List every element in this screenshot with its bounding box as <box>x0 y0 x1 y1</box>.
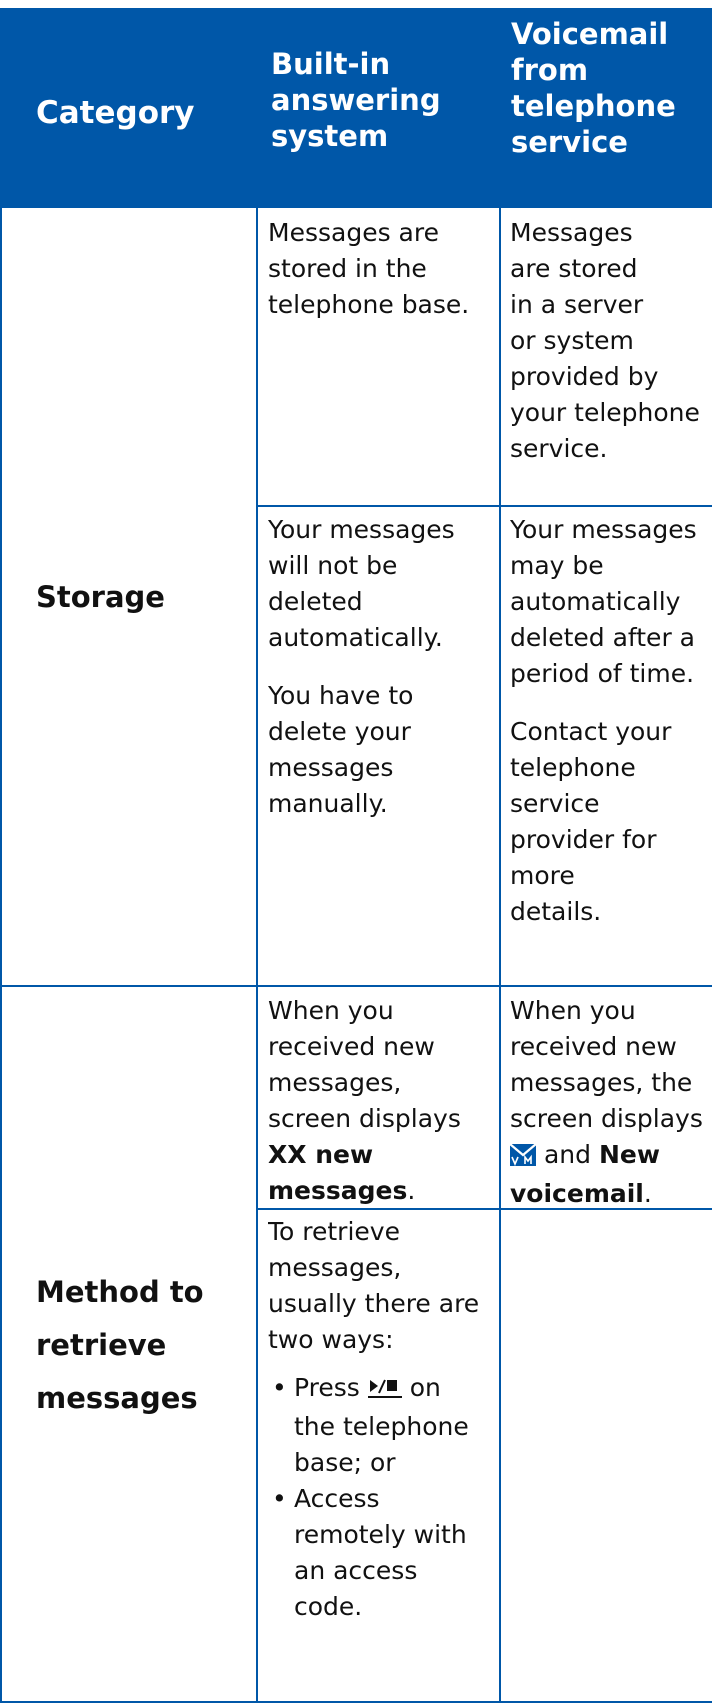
header-voicemail-line: Voicemail <box>511 17 669 51</box>
inline-text: Press <box>294 1373 360 1402</box>
cell-line: service. <box>510 434 608 463</box>
category-storage: Storage <box>36 580 165 614</box>
cell-line: When you <box>268 996 394 1025</box>
bullet-icon: • <box>272 1484 287 1513</box>
display-text-bold: New <box>598 1140 660 1169</box>
header-builtin-answering-system: Built-in answering system <box>258 8 500 208</box>
voicemail-icon <box>510 1140 537 1176</box>
display-text-bold: voicemail <box>510 1179 644 1208</box>
list-item: • Access remotely with an access code. <box>268 1481 498 1625</box>
cell-line: screen displays <box>268 1104 461 1133</box>
cell-line: delete your <box>268 717 411 746</box>
cell-line: two ways: <box>268 1325 394 1354</box>
header-voicemail-service: Voicemail from telephone service <box>501 8 712 208</box>
cell-line: base; or <box>294 1448 396 1477</box>
cell-line: received new <box>510 1032 677 1061</box>
header-voicemail-line: telephone <box>511 89 676 123</box>
cell-line: provider for <box>510 825 657 854</box>
play-stop-icon <box>367 1373 402 1409</box>
category-line: retrieve <box>36 1328 167 1362</box>
inline-text: and <box>543 1140 591 1169</box>
cell-line: received new <box>268 1032 435 1061</box>
cell-line: manually. <box>268 789 388 818</box>
cell-line: deleted after a <box>510 623 695 652</box>
grid-line <box>0 8 712 10</box>
grid-line <box>256 8 258 1703</box>
storage-deletion-builtin-cell: Your messages will not be deleted automa… <box>268 512 498 822</box>
bullet-icon: • <box>272 1373 287 1402</box>
cell-line: messages <box>268 753 394 782</box>
cell-line: details. <box>510 897 602 926</box>
storage-builtin-cell: Messages are stored in the telephone bas… <box>268 215 498 323</box>
category-line: messages <box>36 1381 198 1415</box>
cell-line: screen displays <box>510 1104 703 1133</box>
header-voicemail-line: service <box>511 125 628 159</box>
punctuation: . <box>407 1176 416 1205</box>
cell-line: code. <box>294 1592 363 1621</box>
cell-line: provided by <box>510 362 659 391</box>
storage-voicemail-cell: Messages are stored in a server or syste… <box>510 215 712 467</box>
cell-line: You have to <box>268 681 414 710</box>
cell-line: period of time. <box>510 659 695 688</box>
header-voicemail-line: from <box>511 53 589 87</box>
list-item: • Press on the telephone base; or <box>268 1370 498 1481</box>
cell-line: messages, <box>268 1253 402 1282</box>
header-builtin-line: Built-in <box>271 47 391 81</box>
cell-line: Your messages <box>510 515 697 544</box>
cell-line: When you <box>510 996 636 1025</box>
header-category: Category <box>0 8 257 208</box>
cell-line: telephone base. <box>268 290 470 319</box>
cell-line: remotely with <box>294 1520 467 1549</box>
cell-line: stored in the <box>268 254 427 283</box>
category-line: Method to <box>36 1275 204 1309</box>
cell-line: telephone <box>510 753 636 782</box>
cell-line: usually there are <box>268 1289 480 1318</box>
punctuation: . <box>643 1179 652 1208</box>
header-builtin-line: system <box>271 119 389 153</box>
cell-line: or system <box>510 326 634 355</box>
cell-line: Contact your <box>510 717 672 746</box>
grid-line <box>499 8 501 1703</box>
retrieve-builtin-notification-cell: When you received new messages, screen d… <box>268 993 498 1209</box>
display-text-bold: XX new <box>268 1140 374 1169</box>
storage-deletion-voicemail-cell: Your messages may be automatically delet… <box>510 512 712 930</box>
category-method-to-retrieve: Method to retrieve messages <box>36 1266 204 1425</box>
cell-line: service <box>510 789 600 818</box>
cell-line: will not be <box>268 551 398 580</box>
cell-line: Messages <box>510 218 633 247</box>
retrieve-builtin-methods-cell: To retrieve messages, usually there are … <box>268 1214 498 1625</box>
header-category-label: Category <box>36 95 195 131</box>
cell-line: messages, <box>268 1068 402 1097</box>
cell-line: Access <box>294 1484 380 1513</box>
cell-line: To retrieve <box>268 1217 400 1246</box>
header-builtin-line: answering <box>271 83 441 117</box>
grid-line <box>0 8 2 1703</box>
comparison-table: Category Built-in answering system Voice… <box>0 0 712 1703</box>
cell-line: your telephone <box>510 398 700 427</box>
retrieve-voicemail-notification-cell: When you received new messages, the scre… <box>510 993 712 1212</box>
cell-line: more <box>510 861 575 890</box>
cell-line: in a server <box>510 290 644 319</box>
cell-line: messages, the <box>510 1068 693 1097</box>
inline-text: on <box>409 1373 441 1402</box>
cell-line: automatically. <box>268 623 443 652</box>
grid-line <box>0 985 712 987</box>
grid-line <box>257 505 712 507</box>
cell-line: deleted <box>268 587 363 616</box>
cell-line: automatically <box>510 587 681 616</box>
cell-line: Messages are <box>268 218 439 247</box>
cell-line: may be <box>510 551 604 580</box>
cell-line: Your messages <box>268 515 455 544</box>
cell-line: are stored <box>510 254 638 283</box>
cell-line: an access <box>294 1556 418 1585</box>
display-text-bold: messages <box>268 1176 408 1205</box>
cell-line: the telephone <box>294 1412 469 1441</box>
